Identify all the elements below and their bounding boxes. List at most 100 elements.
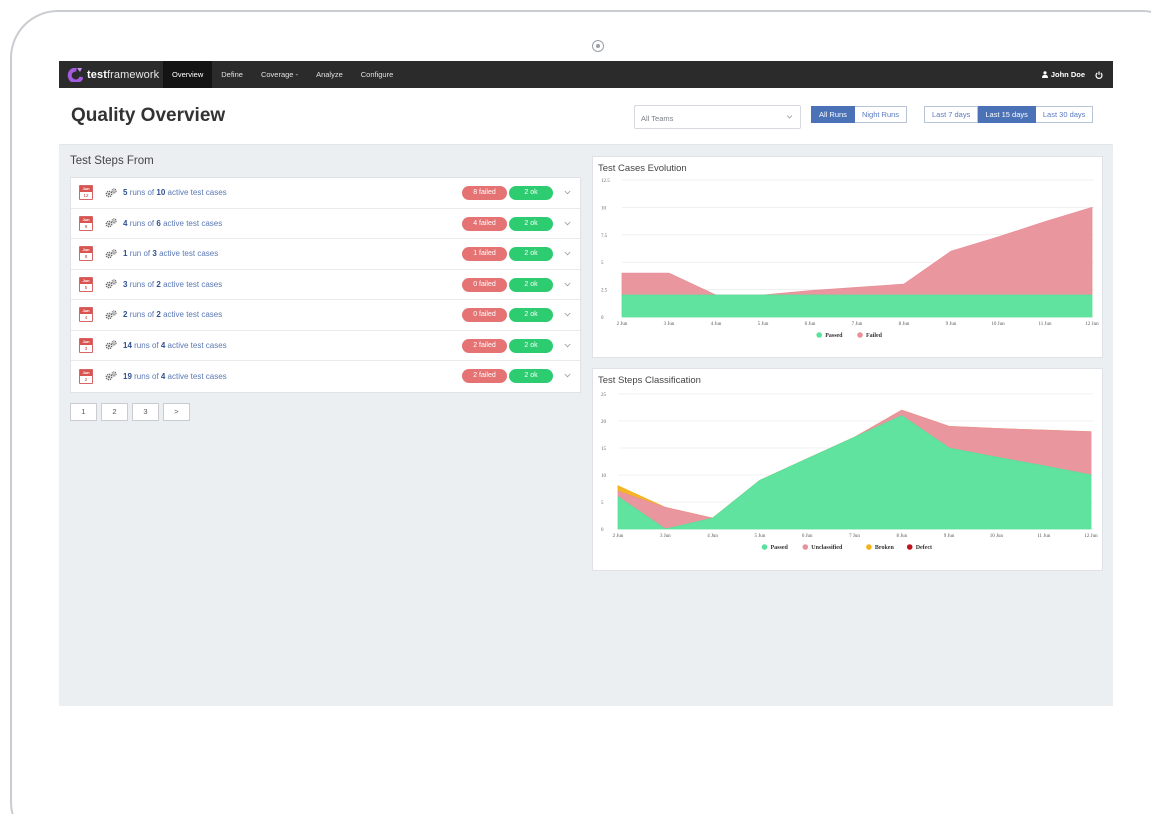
chevron-down-icon[interactable] — [564, 373, 571, 378]
nav-coverage[interactable]: Coverage - — [252, 61, 307, 88]
last-7-days-button[interactable]: Last 7 days — [924, 106, 979, 123]
days-filter: Last 7 days Last 15 days Last 30 days — [924, 106, 1094, 123]
runs-filter: All Runs Night Runs — [811, 106, 908, 123]
legend-item-defect[interactable]: Defect — [906, 544, 932, 551]
ok-badge: 2 ok — [509, 338, 553, 353]
x-tick-label: 7 Jun — [849, 534, 860, 539]
page-header: Quality Overview All Teams All Runs Nigh… — [59, 88, 1113, 145]
y-tick-label: 10 — [601, 206, 607, 211]
legend-item-passed[interactable]: Passed — [816, 332, 843, 339]
step-row[interactable]: Jun 4 2 runs of 2 active test cases 0 faile… — [71, 300, 580, 331]
user-name: John Doe — [1050, 70, 1085, 79]
legend-item-passed[interactable]: Passed — [761, 544, 789, 551]
cogs-icon — [105, 310, 117, 320]
step-row[interactable]: Jun 12 5 runs of 10 active test cases 8 fai… — [71, 178, 580, 209]
nav-configure[interactable]: Configure — [352, 61, 403, 88]
ok-badge: 2 ok — [509, 369, 553, 383]
all-runs-button[interactable]: All Runs — [811, 106, 855, 123]
step-summary[interactable]: 14 runs of 4 active test cases — [123, 341, 227, 350]
legend-item-unclassified[interactable]: Unclassified — [802, 544, 843, 551]
calendar-icon: Jun 5 — [79, 276, 93, 292]
step-summary[interactable]: 5 runs of 10 active test cases — [123, 188, 227, 197]
team-select[interactable]: All Teams — [634, 105, 801, 129]
page-3-button[interactable]: 3 — [132, 402, 159, 421]
calendar-icon: Jun 2 — [79, 368, 93, 384]
step-row[interactable]: Jun 2 19 runs of 4 active test cases 2 fail… — [71, 361, 580, 392]
power-icon[interactable] — [1095, 71, 1103, 79]
step-row[interactable]: Jun 8 1 run of 3 active test cases 1 failed… — [71, 239, 580, 270]
test-steps-classification-card: Test Steps Classification 0 5 10 15 20 25 2 Ju… — [592, 368, 1103, 571]
brand-name: testframework — [87, 68, 160, 81]
step-summary[interactable]: 2 runs of 2 active test cases — [123, 310, 222, 319]
step-row[interactable]: Jun 9 4 runs of 6 active test cases 4 faile… — [71, 209, 580, 239]
calendar-day: 12 — [83, 193, 89, 199]
nav-overview[interactable]: Overview — [163, 61, 213, 88]
y-tick-label: 10 — [601, 474, 607, 479]
page-2-button[interactable]: 2 — [101, 402, 128, 421]
nav-define[interactable]: Define — [212, 61, 252, 88]
camera-icon — [592, 40, 604, 52]
top-navbar: testframework Overview Define Coverage -… — [59, 61, 1113, 88]
y-tick-label: 7.5 — [601, 234, 608, 239]
legend-marker — [761, 544, 768, 550]
step-row[interactable]: Jun 5 3 runs of 2 active test cases 0 faile… — [71, 270, 580, 300]
last-15-days-button[interactable]: Last 15 days — [978, 106, 1036, 123]
legend-label: Broken — [875, 545, 895, 551]
chevron-down-icon[interactable] — [564, 343, 571, 348]
ok-badge: 2 ok — [509, 216, 553, 231]
chevron-down-icon[interactable] — [564, 190, 571, 195]
page-1-button[interactable]: 1 — [70, 402, 97, 421]
failed-badge: 8 failed — [462, 186, 507, 200]
nav-analyze[interactable]: Analyze — [307, 61, 352, 88]
x-tick-label: 4 Jun — [711, 322, 722, 327]
last-30-days-button[interactable]: Last 30 days — [1035, 106, 1094, 123]
next-page-button[interactable]: > — [163, 402, 190, 421]
brand-logo[interactable]: testframework — [59, 61, 163, 88]
y-tick-label: 5 — [601, 261, 604, 266]
step-summary[interactable]: 19 runs of 4 active test cases — [123, 372, 227, 381]
step-row[interactable]: Jun 3 14 runs of 4 active test cases 2 fail… — [71, 331, 580, 361]
night-runs-button[interactable]: Night Runs — [854, 106, 908, 123]
legend-marker — [906, 544, 913, 550]
legend-marker — [802, 544, 809, 550]
team-select-value: All Teams — [641, 114, 674, 123]
failed-badge: 2 failed — [462, 369, 507, 383]
test-cases-evolution-chart: 0 2.5 5 7.5 10 12.5 2 Jun 3 Jun 4 Jun 5 Jun 6 Jun 7… — [601, 179, 1099, 339]
step-summary[interactable]: 4 runs of 6 active test cases — [123, 219, 222, 228]
calendar-day: 9 — [84, 223, 88, 229]
legend-marker — [816, 332, 822, 338]
chevron-down-icon — [786, 115, 793, 119]
calendar-icon: Jun 3 — [79, 337, 93, 353]
ok-badge: 2 ok — [509, 308, 553, 322]
y-tick-label: 0 — [601, 528, 604, 533]
x-tick-label: 5 Jun — [758, 322, 769, 327]
area-passed — [621, 294, 1093, 318]
ok-badge: 2 ok — [509, 186, 553, 200]
chevron-down-icon[interactable] — [564, 251, 571, 256]
x-tick-label: 5 Jun — [755, 534, 766, 539]
failed-badge: 4 failed — [462, 216, 507, 231]
user-icon — [1041, 71, 1048, 78]
calendar-day: 3 — [84, 345, 88, 351]
cogs-icon — [105, 249, 117, 259]
x-tick-label: 2 Jun — [617, 322, 628, 327]
test-steps-list: Jun 12 5 runs of 10 active test cases 8 fai… — [70, 177, 581, 393]
chevron-down-icon[interactable] — [564, 282, 571, 287]
x-tick-label: 3 Jun — [664, 322, 675, 327]
legend-item-failed[interactable]: Failed — [857, 332, 883, 339]
chevron-down-icon[interactable] — [564, 221, 571, 226]
pagination: 1 2 3 > — [70, 402, 581, 421]
step-summary[interactable]: 1 run of 3 active test cases — [123, 249, 218, 258]
calendar-icon: Jun 9 — [79, 215, 93, 231]
legend-item-broken[interactable]: Broken — [866, 544, 894, 551]
failed-badge: 0 failed — [462, 277, 507, 292]
y-tick-label: 20 — [601, 420, 607, 425]
user-menu[interactable]: John Doe — [1041, 61, 1103, 88]
cogs-icon — [105, 188, 117, 198]
y-tick-label: 15 — [601, 447, 607, 452]
chevron-down-icon[interactable] — [564, 312, 571, 317]
x-tick-label: 6 Jun — [802, 534, 813, 539]
step-summary[interactable]: 3 runs of 2 active test cases — [123, 280, 222, 289]
legend-label: Defect — [916, 545, 932, 551]
test-steps-title: Test Steps From — [70, 155, 154, 167]
